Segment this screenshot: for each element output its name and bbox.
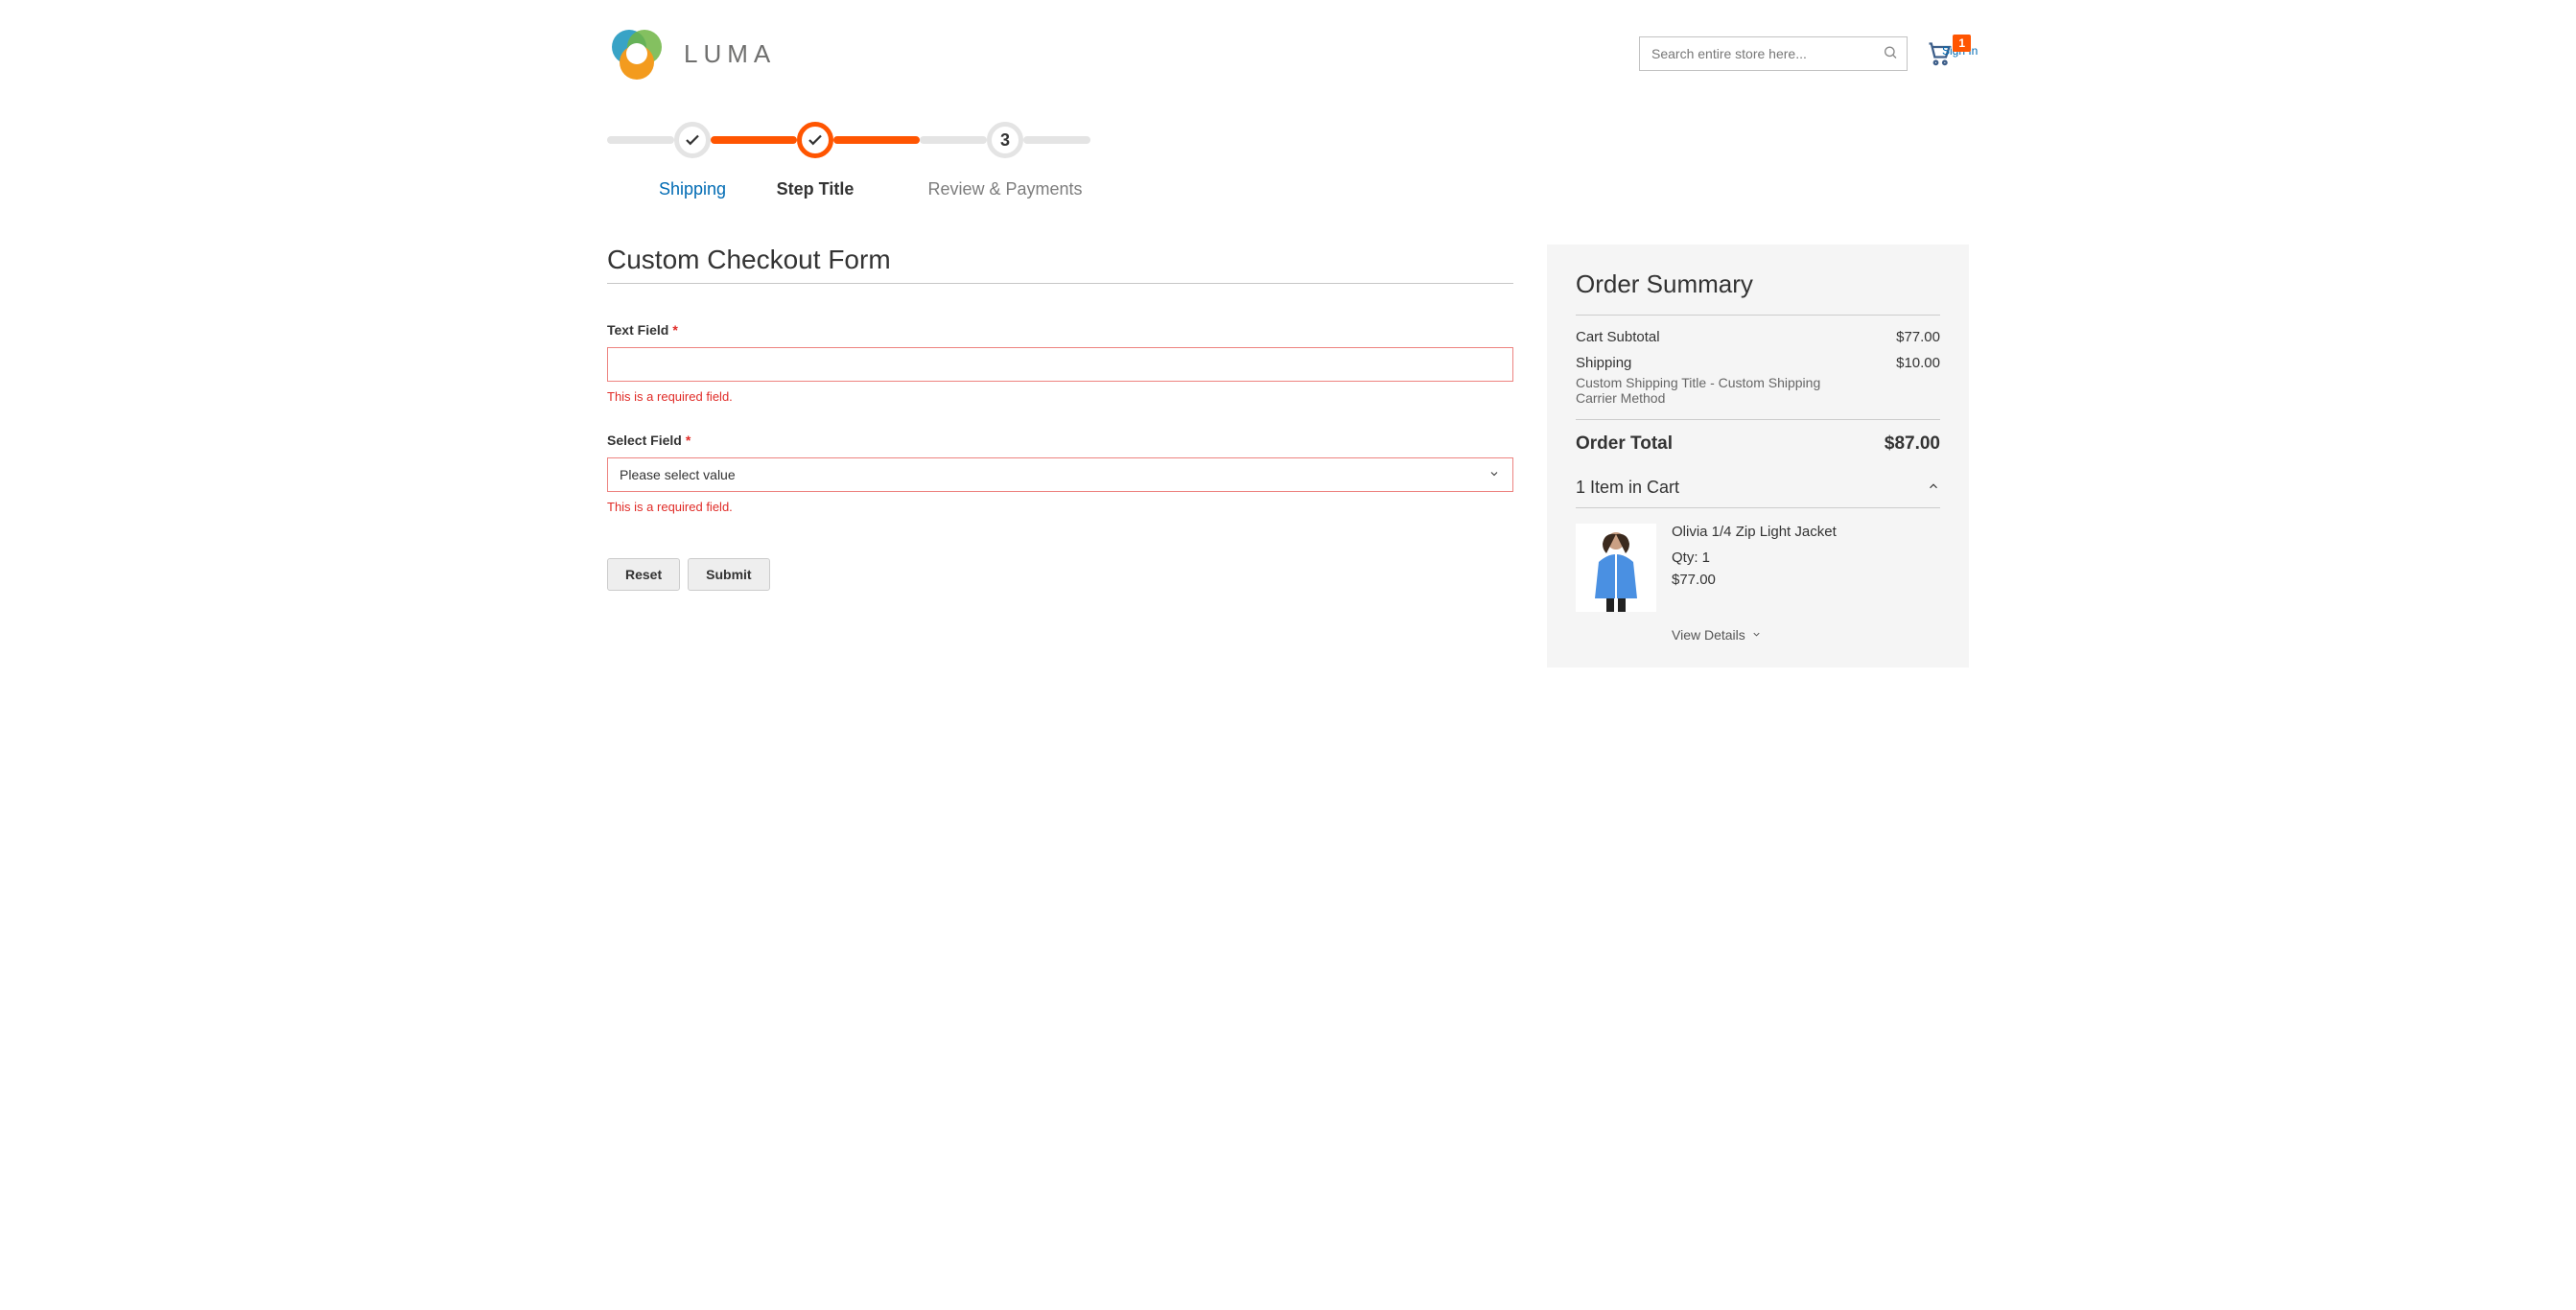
chevron-up-icon [1927, 478, 1940, 498]
logo[interactable]: LUMA [607, 24, 776, 83]
total-label: Order Total [1576, 433, 1673, 455]
product-name: Olivia 1/4 Zip Light Jacket [1672, 524, 1837, 540]
text-field-label: Text Field* [607, 322, 678, 338]
step-review-label: Review & Payments [909, 179, 1101, 199]
search-input[interactable] [1639, 36, 1908, 71]
search-icon[interactable] [1883, 45, 1898, 63]
step-review-icon: 3 [987, 122, 1023, 158]
cart-item: Olivia 1/4 Zip Light Jacket Qty: 1 $77.0… [1576, 524, 1940, 612]
select-field-error: This is a required field. [607, 500, 1513, 514]
title-divider [607, 283, 1513, 284]
shipping-value: $10.00 [1896, 355, 1940, 371]
step-shipping-icon[interactable] [674, 122, 711, 158]
reset-button[interactable]: Reset [607, 558, 680, 591]
logo-icon [607, 24, 667, 83]
text-field-input[interactable] [607, 347, 1513, 382]
product-image [1576, 524, 1656, 612]
shipping-label: Shipping [1576, 355, 1844, 371]
chevron-down-icon [1751, 627, 1762, 643]
step-review-number: 3 [1000, 130, 1010, 151]
cart-items-toggle[interactable]: 1 Item in Cart [1576, 478, 1940, 498]
subtotal-value: $77.00 [1896, 329, 1940, 345]
step-custom-icon [797, 122, 833, 158]
cart-count-badge: 1 [1953, 35, 1971, 52]
step-custom-label: Step Title [758, 179, 873, 199]
view-details-toggle[interactable]: View Details [1672, 627, 1940, 643]
checkout-progress: Shipping Step Title 3 Review & Payments [607, 122, 1221, 158]
step-shipping-label[interactable]: Shipping [635, 179, 750, 199]
total-value: $87.00 [1885, 433, 1940, 455]
page-title: Custom Checkout Form [607, 245, 1513, 275]
shipping-method: Custom Shipping Title - Custom Shipping … [1576, 375, 1844, 406]
search-field-wrap [1639, 36, 1908, 71]
product-qty: Qty: 1 [1672, 550, 1837, 566]
select-field-label: Select Field* [607, 433, 691, 448]
order-summary: Order Summary Cart Subtotal $77.00 Shipp… [1547, 245, 1969, 667]
order-summary-title: Order Summary [1576, 269, 1940, 299]
text-field-error: This is a required field. [607, 389, 1513, 404]
product-price: $77.00 [1672, 572, 1837, 588]
select-field-input[interactable]: Please select value [607, 457, 1513, 492]
brand-text: LUMA [684, 39, 776, 69]
cart-button[interactable]: Sign In 1 [1925, 36, 1969, 71]
submit-button[interactable]: Submit [688, 558, 769, 591]
subtotal-label: Cart Subtotal [1576, 329, 1660, 345]
